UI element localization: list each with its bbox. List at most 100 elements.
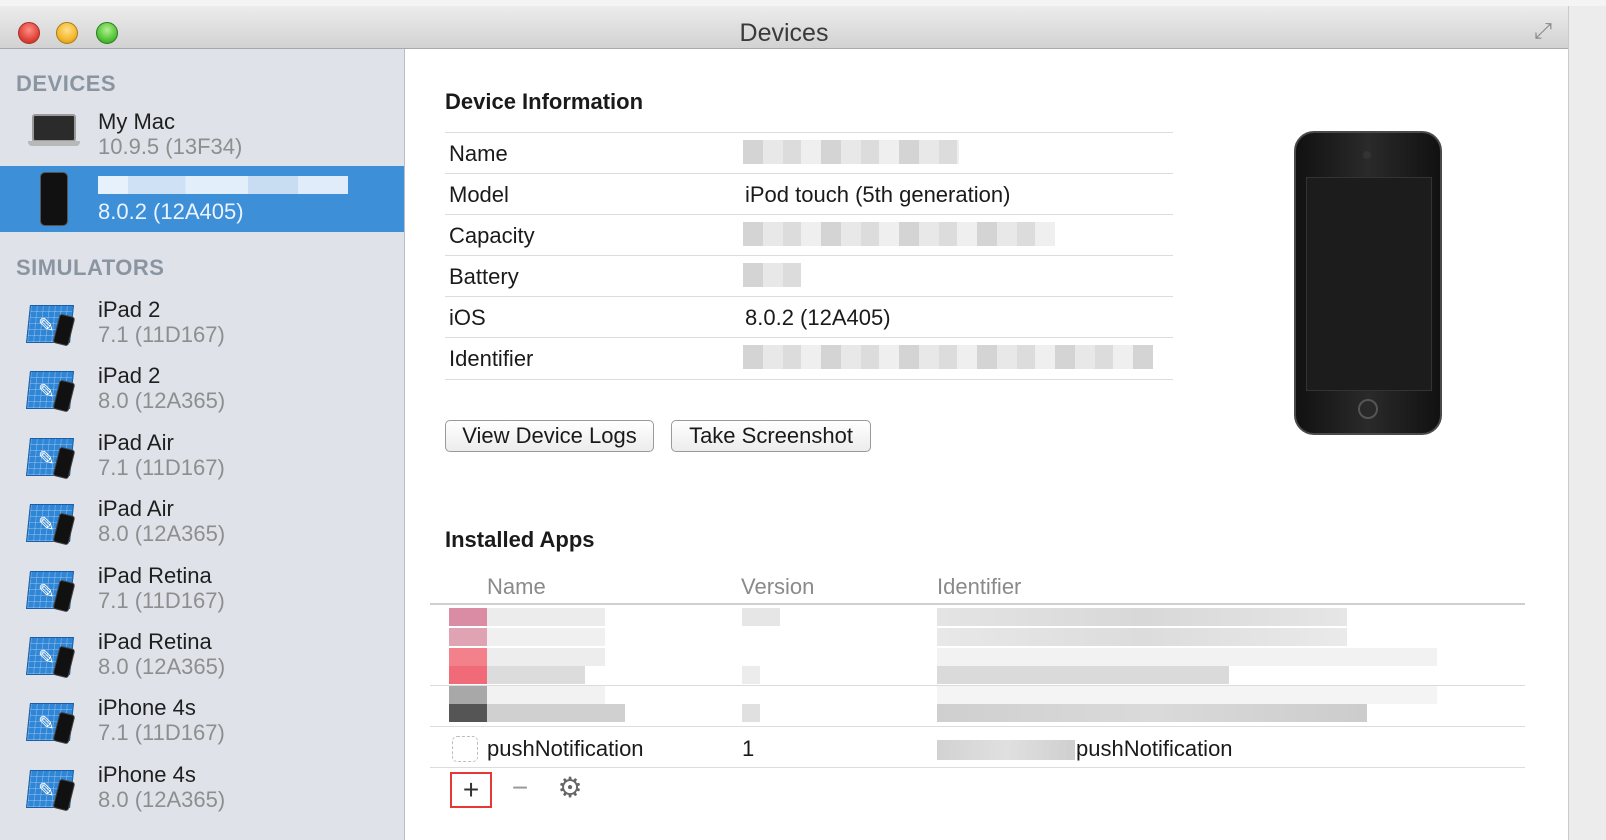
row-divider [430,767,1525,768]
sidebar-item-my-mac[interactable]: My Mac 10.9.5 (13F34) [0,101,404,167]
info-row-battery: Battery [445,255,1173,297]
info-label: iOS [449,305,486,330]
info-value: 8.0.2 (12A405) [745,305,891,330]
column-header-identifier[interactable]: Identifier [937,574,1021,600]
installed-apps-heading: Installed Apps [445,527,595,552]
simulator-icon: ✎ [26,565,80,613]
simulator-version: 8.0 (12A365) [98,521,226,547]
redacted-cell [742,608,780,626]
add-app-button[interactable]: + [450,772,492,808]
redacted-cell [937,704,1367,722]
simulator-name: iPad Air [98,496,174,522]
redacted-cell [487,686,605,704]
simulator-name: iPad Air [98,429,174,455]
simulator-version: 8.0 (12A365) [98,786,226,812]
xcode-glyph: ✎ [38,713,55,736]
device-version: 10.9.5 (13F34) [98,134,243,159]
redacted-cell [487,648,605,666]
redacted-value [743,140,959,164]
simulator-name: iPad 2 [98,363,161,389]
simulator-icon: ✎ [26,299,80,347]
column-header-version[interactable]: Version [741,574,814,600]
column-header-name[interactable]: Name [487,574,546,600]
simulator-version: 8.0 (12A365) [98,388,226,414]
sidebar-item-simulator[interactable]: ✎ iPad Retina 7.1 (11D167) [0,555,404,621]
simulator-name: iPhone 4s [98,761,196,787]
fullscreen-icon[interactable]: ⤢ [1530,18,1556,44]
simulator-name: iPhone 4s [98,695,196,721]
simulator-version: 8.0 (12A365) [98,654,226,679]
laptop-icon [32,114,76,142]
app-version: 1 [742,736,755,761]
simulator-version: 7.1 (11D167) [98,322,225,347]
app-name[interactable]: pushNotification [487,736,644,762]
app-icon-redacted [449,608,487,626]
redacted-identifier-prefix [937,740,1075,760]
sidebar-item-simulator[interactable]: ✎ iPad Retina 8.0 (12A365) [0,621,404,687]
redacted-device-name [98,176,348,194]
simulator-icon: ✎ [26,697,80,745]
device-screen [1306,177,1432,391]
title-bar: Devices ⤢ [0,6,1568,49]
sidebar-item-simulator[interactable]: ✎ iPad Air 8.0 (12A365) [0,488,404,554]
redacted-value [743,222,1055,246]
app-icon-redacted [449,686,487,704]
device-image [1294,131,1442,435]
laptop-base [28,141,80,146]
redacted-cell [742,704,760,722]
device-name: My Mac [98,109,175,134]
sidebar-item-simulator[interactable]: ✎ iPad 2 7.1 (11D167) [0,289,404,355]
info-label: Capacity [449,223,535,248]
app-icon-redacted [449,648,487,666]
sidebar: DEVICES My Mac 10.9.5 (13F34) 8.0.2 (12A… [0,49,405,840]
row-divider [430,726,1525,727]
redacted-cell [487,666,585,684]
camera-dot [1363,151,1371,159]
view-device-logs-button[interactable]: View Device Logs [445,420,654,452]
app-placeholder-icon [452,736,478,762]
info-row-identifier: Identifier [445,337,1173,379]
devices-window: Devices ⤢ DEVICES My Mac 10.9.5 (13F34) … [0,0,1606,840]
redacted-value [743,263,801,287]
info-label: Battery [449,264,519,289]
redacted-value [743,345,1153,369]
xcode-glyph: ✎ [38,381,55,404]
take-screenshot-button[interactable]: Take Screenshot [671,420,871,452]
redacted-cell [937,648,1437,666]
sidebar-item-ipod[interactable]: 8.0.2 (12A405) [0,166,404,232]
info-label: Model [449,182,509,207]
xcode-glyph: ✎ [38,580,55,603]
device-version: 8.0.2 (12A405) [98,199,244,224]
window-title: Devices [739,19,829,47]
redacted-cell [937,628,1347,646]
redacted-cell [937,608,1347,626]
gear-icon[interactable]: ⚙ [553,772,587,806]
devices-section-header: DEVICES [16,71,117,96]
redacted-app-rows[interactable] [430,606,1525,726]
simulator-name: iPad 2 [98,297,161,322]
info-row-ios: iOS 8.0.2 (12A405) [445,296,1173,338]
simulator-version: 7.1 (11D167) [98,587,225,613]
simulator-icon: ✎ [26,764,80,812]
redacted-cell [937,686,1437,704]
redacted-cell [487,608,605,626]
sidebar-item-simulator[interactable]: ✎ iPad 2 8.0 (12A365) [0,355,404,421]
app-icon-redacted [449,628,487,646]
simulator-icon: ✎ [26,631,80,679]
xcode-glyph: ✎ [38,647,55,669]
xcode-glyph: ✎ [38,315,55,337]
redacted-cell [742,666,760,684]
info-row-name: Name [445,132,1173,174]
simulator-icon: ✎ [26,432,80,480]
info-row-capacity: Capacity [445,214,1173,256]
app-identifier: pushNotification [1076,736,1233,761]
info-label: Name [449,141,508,166]
device-information-heading: Device Information [445,89,644,114]
info-divider [445,379,1173,380]
remove-app-button[interactable]: − [503,772,537,806]
sidebar-item-simulator[interactable]: ✎ iPhone 4s 7.1 (11D167) [0,687,404,753]
sidebar-item-simulator[interactable]: ✎ iPhone 4s 8.0 (12A365) [0,754,404,820]
simulator-icon: ✎ [26,498,80,546]
simulator-icon: ✎ [26,365,80,413]
sidebar-item-simulator[interactable]: ✎ iPad Air 7.1 (11D167) [0,422,404,488]
